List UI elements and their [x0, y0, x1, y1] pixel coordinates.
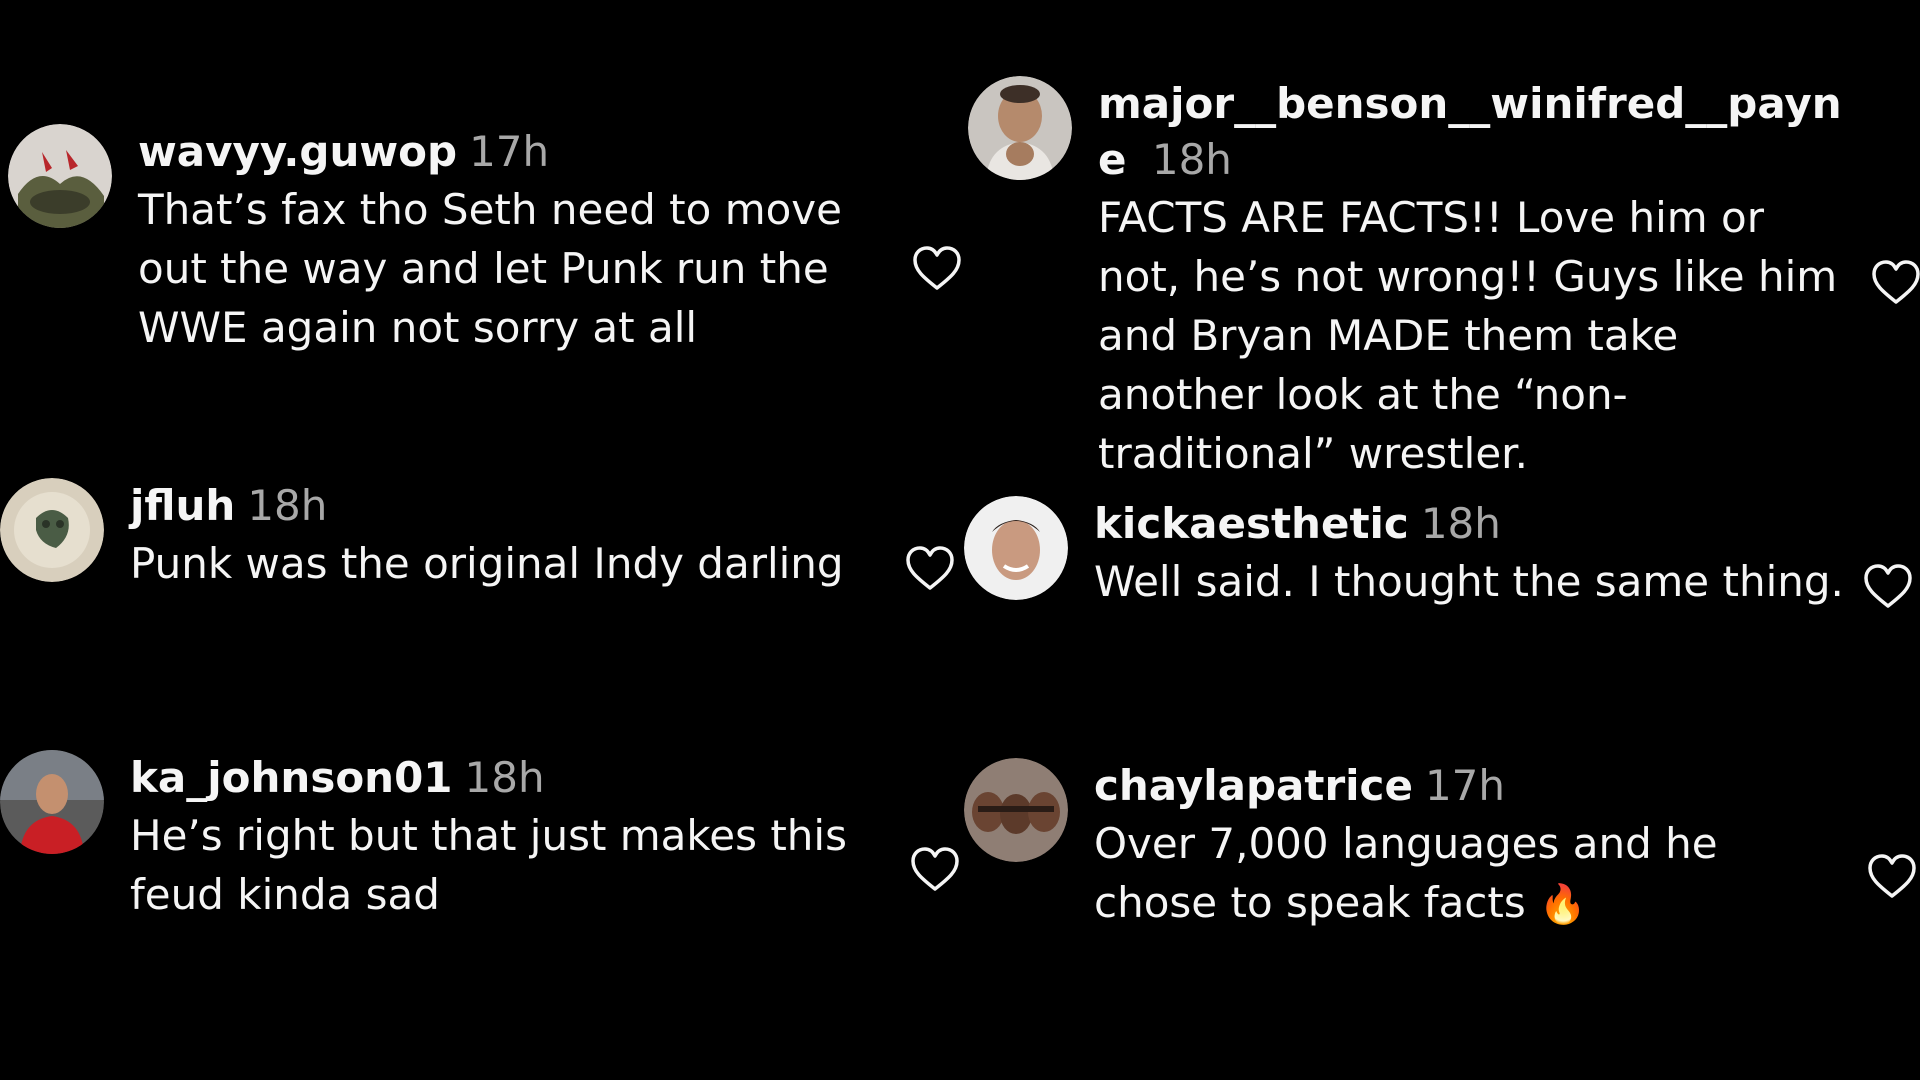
avatar[interactable] — [8, 124, 112, 228]
comment-username[interactable]: kickaesthetic — [1094, 499, 1409, 548]
avatar[interactable] — [0, 750, 104, 854]
comment-timestamp: 17h — [469, 127, 550, 176]
comment-text-body: Over 7,000 languages and he chose to spe… — [1094, 819, 1718, 927]
avatar[interactable] — [968, 76, 1072, 180]
comment-text: Well said. I thought the same thing. — [1094, 557, 1844, 606]
avatar[interactable] — [964, 496, 1068, 600]
fire-emoji: 🔥 — [1539, 882, 1587, 926]
comment-item: major__benson__winifred__payne 18h FACTS… — [968, 76, 1843, 483]
comment-timestamp: 18h — [247, 481, 328, 530]
comment-text: Punk was the original Indy darling — [130, 539, 844, 588]
comment-username[interactable]: chaylapatrice — [1094, 761, 1413, 810]
heart-icon[interactable] — [909, 845, 961, 893]
avatar[interactable] — [0, 478, 104, 582]
comment-username[interactable]: wavyy.guwop — [138, 127, 457, 176]
comment-timestamp: 17h — [1424, 761, 1505, 810]
comment-item: kickaesthetic 18h Well said. I thought th… — [964, 496, 1854, 611]
comment-item: wavyy.guwop 17h That’s fax tho Seth need … — [8, 124, 898, 357]
comment-item: ka_johnson01 18h He’s right but that just… — [0, 750, 890, 924]
comment-text: FACTS ARE FACTS!! Love him or not, he’s … — [1098, 193, 1838, 478]
comment-item: jfluh 18h Punk was the original Indy darl… — [0, 478, 890, 593]
comment-text: He’s right but that just makes this feud… — [130, 811, 847, 919]
comment-item: chaylapatrice 17h Over 7,000 languages an… — [964, 758, 1854, 934]
heart-icon[interactable] — [1866, 852, 1918, 900]
avatar[interactable] — [964, 758, 1068, 862]
comment-timestamp: 18h — [464, 753, 545, 802]
comment-username[interactable]: jfluh — [130, 481, 235, 530]
heart-icon[interactable] — [911, 244, 963, 292]
comment-text: Over 7,000 languages and he chose to spe… — [1094, 814, 1854, 934]
comment-text: That’s fax tho Seth need to move out the… — [138, 185, 842, 352]
heart-icon[interactable] — [1862, 562, 1914, 610]
comment-timestamp: 18h — [1151, 135, 1232, 184]
comment-username[interactable]: ka_johnson01 — [130, 753, 453, 802]
heart-icon[interactable] — [1870, 258, 1920, 306]
heart-icon[interactable] — [904, 544, 956, 592]
comment-timestamp: 18h — [1420, 499, 1501, 548]
